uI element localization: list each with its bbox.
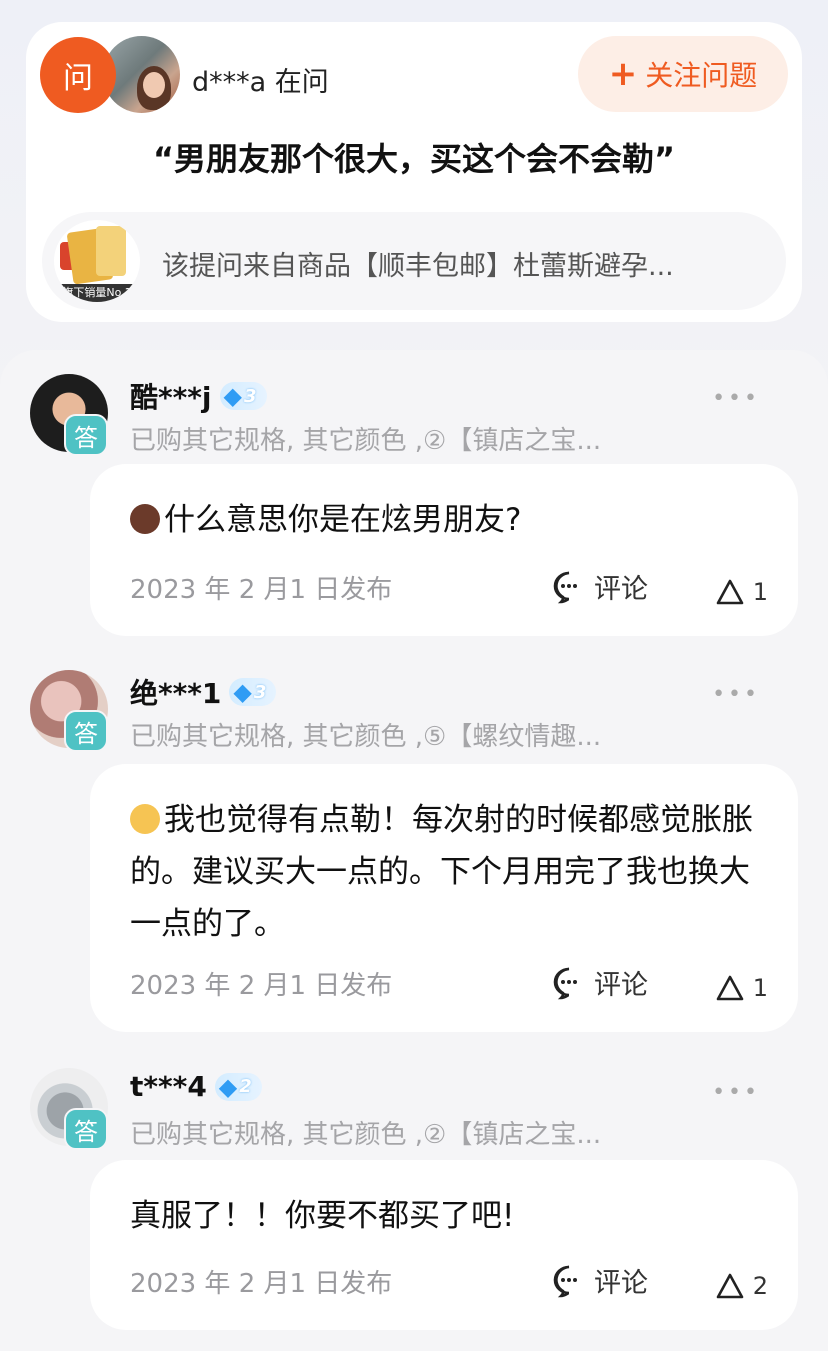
like-count: 1	[752, 578, 768, 606]
answer-date: 2023 年 2 月1 日发布	[130, 575, 393, 605]
answer-card: 我也觉得有点勒！每次射的时候都感觉胀胀的。建议买大一点的。下个月用完了我也换大一…	[90, 764, 798, 1032]
answer-card: 什么意思你是在炫男朋友? 2023 年 2 月1 日发布 评论 1	[90, 464, 798, 636]
comment-button[interactable]: 评论	[552, 963, 648, 1002]
answer-body: 我也觉得有点勒！每次射的时候都感觉胀胀的。建议买大一点的。下个月用完了我也换大一…	[130, 794, 768, 950]
answerer-name[interactable]: 酷***j ◆ 3	[130, 376, 267, 416]
answer-body: 什么意思你是在炫男朋友?	[130, 494, 768, 546]
answerer-name[interactable]: 绝***1 ◆ 3	[130, 672, 277, 712]
emoji-icon	[130, 804, 160, 834]
answer-badge: 答	[64, 710, 108, 752]
like-button[interactable]: 2	[715, 1272, 768, 1300]
ask-badge: 问	[40, 37, 116, 113]
purchase-spec: 已购其它规格, 其它颜色 ,②【镇店之宝...	[130, 1120, 602, 1150]
question-text: “男朋友那个很大，买这个会不会勒”	[152, 140, 676, 178]
level-badge: ◆ 2	[214, 1072, 262, 1101]
answerer-name[interactable]: t***4 ◆ 2	[130, 1070, 262, 1103]
like-button[interactable]: 1	[715, 974, 768, 1002]
comment-label: 评论	[594, 1268, 648, 1299]
level-number: 3	[253, 681, 267, 703]
purchase-spec: 已购其它规格, 其它颜色 ,②【镇店之宝...	[130, 426, 602, 456]
answer-badge: 答	[64, 1108, 108, 1150]
asker-name: d***a 在问	[192, 67, 329, 98]
diamond-icon: ◆	[218, 1072, 238, 1101]
comment-icon	[553, 967, 577, 999]
product-source-text: 该提问来自商品【顺丰包邮】杜蕾斯避孕...	[162, 251, 674, 282]
more-icon[interactable]: •••	[712, 1080, 760, 1105]
diamond-icon: ◆	[223, 382, 242, 410]
answer-text: 什么意思你是在炫男朋友?	[164, 502, 522, 538]
level-badge: ◆ 3	[229, 678, 277, 706]
comment-button[interactable]: 评论	[552, 567, 648, 606]
comment-button[interactable]: 评论	[552, 1261, 648, 1300]
comment-icon	[553, 571, 577, 603]
more-icon[interactable]: •••	[712, 386, 760, 411]
comment-icon	[553, 1265, 577, 1297]
like-triangle-icon	[716, 579, 744, 605]
level-number: 2	[239, 1076, 252, 1097]
answer-date: 2023 年 2 月1 日发布	[130, 971, 393, 1001]
product-thumb-label: 旗下销量No.1	[54, 284, 140, 302]
question-card: 问 d***a 在问 + 关注问题 “男朋友那个很大，买这个会不会勒” 旗下销量…	[26, 22, 802, 322]
like-count: 1	[752, 974, 768, 1002]
like-button[interactable]: 1	[715, 578, 768, 606]
like-triangle-icon	[716, 975, 744, 1001]
like-triangle-icon	[716, 1273, 744, 1299]
diamond-icon: ◆	[233, 678, 252, 706]
answer-badge: 答	[64, 414, 108, 456]
follow-question-button[interactable]: + 关注问题	[578, 36, 788, 112]
answerer-name-text: 酷***j	[130, 381, 212, 414]
like-count: 2	[752, 1272, 768, 1300]
plus-icon: +	[608, 54, 638, 94]
more-icon[interactable]: •••	[712, 682, 760, 707]
product-link[interactable]: 旗下销量No.1 该提问来自商品【顺丰包邮】杜蕾斯避孕...	[42, 212, 786, 310]
answer-text: 我也觉得有点勒！每次射的时候都感觉胀胀的。建议买大一点的。下个月用完了我也换大一…	[130, 802, 753, 942]
answers-section: 答 酷***j ◆ 3 ••• 已购其它规格, 其它颜色 ,②【镇店之宝... …	[0, 350, 828, 1351]
comment-label: 评论	[594, 970, 648, 1001]
answerer-name-text: t***4	[130, 1070, 207, 1103]
purchase-spec: 已购其它规格, 其它颜色 ,⑤【螺纹情趣...	[130, 722, 602, 752]
answer-date: 2023 年 2 月1 日发布	[130, 1269, 393, 1299]
level-badge: ◆ 3	[219, 382, 267, 410]
follow-label: 关注问题	[645, 59, 758, 92]
answer-card: 真服了！！你要不都买了吧! 2023 年 2 月1 日发布 评论 2	[90, 1160, 798, 1330]
product-thumbnail: 旗下销量No.1	[54, 220, 140, 302]
comment-label: 评论	[594, 574, 648, 605]
answer-text: 真服了！！你要不都买了吧!	[130, 1198, 515, 1234]
level-number: 3	[244, 385, 257, 407]
emoji-icon	[130, 504, 160, 534]
answer-body: 真服了！！你要不都买了吧!	[130, 1190, 768, 1242]
answerer-name-text: 绝***1	[130, 677, 222, 710]
